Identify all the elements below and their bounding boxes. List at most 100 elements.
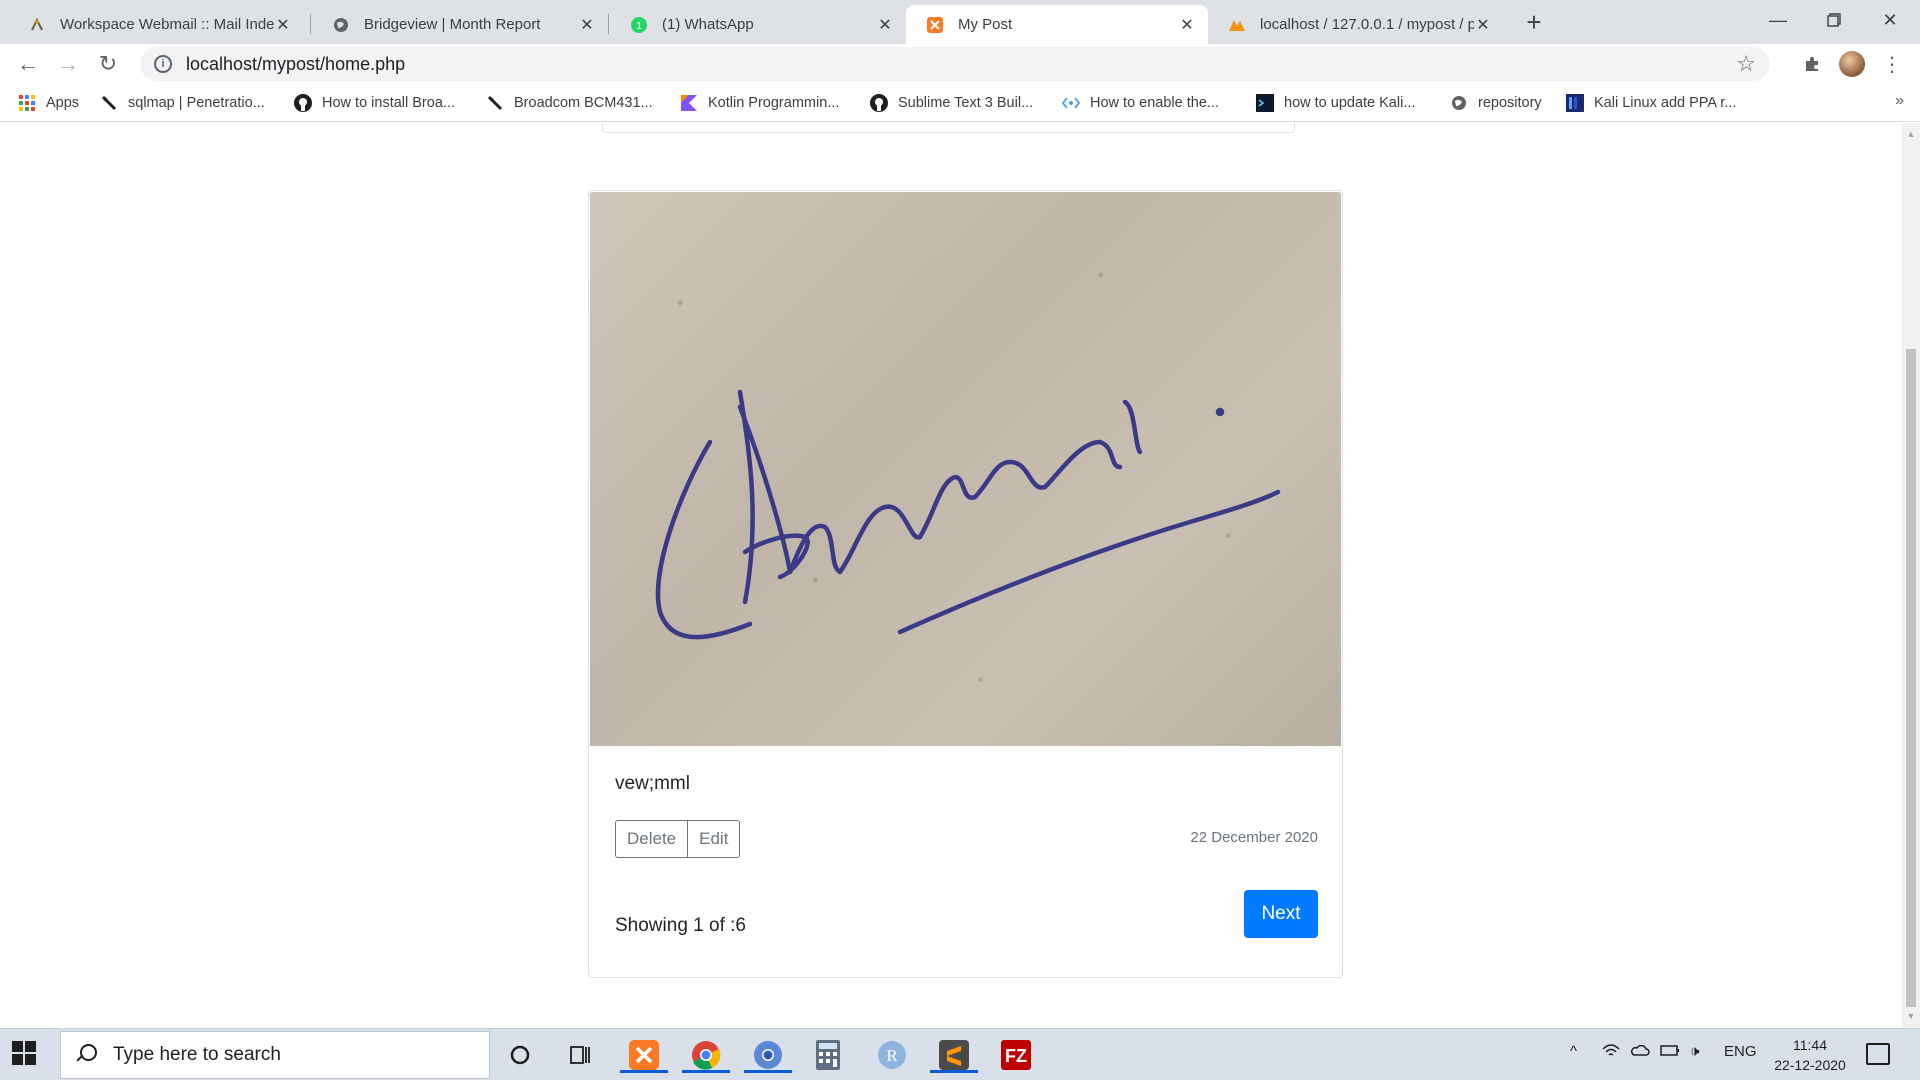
signature-drawing xyxy=(655,389,1281,640)
scroll-thumb[interactable] xyxy=(1906,349,1916,1007)
bookmark-label: sqlmap | Penetratio... xyxy=(128,95,265,111)
back-icon[interactable]: ← xyxy=(14,50,42,78)
bookmark-sqlmap[interactable]: sqlmap | Penetratio... xyxy=(100,92,265,114)
profile-avatar[interactable] xyxy=(1838,50,1866,78)
next-button[interactable]: Next xyxy=(1244,890,1318,938)
filezilla-icon[interactable]: FZ xyxy=(998,1037,1034,1073)
minimize-button[interactable]: — xyxy=(1750,0,1806,40)
search-placeholder: Type here to search xyxy=(113,1044,281,1065)
restore-button[interactable] xyxy=(1806,0,1862,40)
search-icon xyxy=(75,1044,97,1066)
browser-toolbar: ← → ↻ i localhost/mypost/home.php ☆ ⋮ xyxy=(0,44,1920,84)
bookmark-label: Broadcom BCM431... xyxy=(514,95,653,111)
taskbar-search-input[interactable]: Type here to search xyxy=(60,1031,490,1079)
webmail-icon xyxy=(28,16,46,34)
address-url[interactable]: localhost/mypost/home.php xyxy=(186,54,405,75)
address-bar[interactable]: i localhost/mypost/home.php ☆ xyxy=(140,47,1770,81)
start-button[interactable] xyxy=(12,1041,38,1067)
kali-icon xyxy=(1566,94,1584,112)
bookmark-repository[interactable]: repository xyxy=(1450,92,1542,114)
onedrive-icon[interactable] xyxy=(1630,1043,1650,1061)
chromium-icon[interactable] xyxy=(744,1037,792,1073)
chrome-icon[interactable] xyxy=(682,1037,730,1073)
bookmarks-overflow-icon[interactable]: » xyxy=(1895,92,1904,110)
previous-card-edge xyxy=(602,123,1295,133)
language-indicator[interactable]: ENG xyxy=(1724,1043,1757,1060)
post-actions: Delete Edit xyxy=(615,820,741,858)
tab-label: Bridgeview | Month Report xyxy=(364,16,541,33)
phpmyadmin-icon xyxy=(1228,16,1246,34)
calculator-icon[interactable] xyxy=(810,1037,846,1073)
svg-text:R: R xyxy=(886,1046,898,1065)
bookmark-apps[interactable]: Apps xyxy=(18,92,79,114)
r-icon[interactable]: R xyxy=(874,1037,910,1073)
xampp-taskbar-icon[interactable] xyxy=(620,1037,668,1073)
tab-whatsapp[interactable]: 1 (1) WhatsApp ✕ xyxy=(610,5,906,44)
sqlmap-icon xyxy=(100,94,118,112)
task-view-icon[interactable] xyxy=(562,1037,598,1073)
tab-phpmyadmin[interactable]: localhost / 127.0.0.1 / mypost / p ✕ xyxy=(1208,5,1504,44)
bookmark-sublime-build[interactable]: Sublime Text 3 Buil... xyxy=(870,92,1033,114)
close-window-button[interactable]: ✕ xyxy=(1862,0,1918,40)
github-icon xyxy=(870,94,888,112)
bookmark-label: Sublime Text 3 Buil... xyxy=(898,95,1034,111)
close-icon[interactable]: ✕ xyxy=(876,16,894,34)
scroll-up-icon[interactable]: ▲ xyxy=(1906,129,1916,139)
volume-icon[interactable]: 🕩 xyxy=(1690,1043,1699,1060)
bookmarks-bar: Apps sqlmap | Penetratio... How to insta… xyxy=(0,84,1920,122)
bookmark-star-icon[interactable]: ☆ xyxy=(1736,51,1756,77)
clock-date: 22-12-2020 xyxy=(1774,1057,1846,1073)
post-image xyxy=(590,192,1341,746)
kotlin-icon xyxy=(680,94,698,112)
post-date: 22 December 2020 xyxy=(1190,829,1318,846)
wifi-icon[interactable] xyxy=(1602,1043,1620,1063)
tab-label: (1) WhatsApp xyxy=(662,16,754,33)
bookmark-label: Apps xyxy=(46,95,80,111)
battery-icon[interactable] xyxy=(1660,1043,1680,1061)
forward-icon[interactable]: → xyxy=(54,50,82,78)
system-clock[interactable]: 11:44 22-12-2020 xyxy=(1762,1035,1858,1075)
cortana-icon[interactable] xyxy=(502,1037,538,1073)
page-scrollbar[interactable]: ▲ ▼ xyxy=(1902,123,1920,1027)
bookmark-label: repository xyxy=(1478,95,1542,111)
extensions-icon[interactable] xyxy=(1798,50,1826,78)
close-icon[interactable]: ✕ xyxy=(1474,16,1492,34)
whatsapp-icon: 1 xyxy=(630,16,648,34)
tab-strip: Workspace Webmail :: Mail Index ✕ Bridge… xyxy=(0,0,1920,44)
bookmark-install-broadcom[interactable]: How to install Broa... xyxy=(294,92,455,114)
new-tab-button[interactable]: + xyxy=(1520,7,1548,37)
bookmark-kotlin[interactable]: Kotlin Programmin... xyxy=(680,92,839,114)
post-card: vew;mml Delete Edit 22 December 2020 Nex… xyxy=(588,190,1343,978)
bookmark-enable[interactable]: How to enable the... xyxy=(1062,92,1219,114)
pagination-status: Showing 1 of :6 xyxy=(615,915,746,936)
bookmark-label: How to enable the... xyxy=(1090,95,1219,111)
bookmark-label: Kotlin Programmin... xyxy=(708,95,840,111)
tab-my-post[interactable]: My Post ✕ xyxy=(906,5,1208,44)
bookmark-label: Kali Linux add PPA r... xyxy=(1594,95,1737,111)
close-icon[interactable]: ✕ xyxy=(274,16,292,34)
edit-button[interactable]: Edit xyxy=(688,820,741,858)
notifications-icon[interactable] xyxy=(1866,1043,1890,1065)
delete-button[interactable]: Delete xyxy=(615,820,689,858)
svg-text:FZ: FZ xyxy=(1005,1046,1027,1066)
scroll-down-icon[interactable]: ▼ xyxy=(1906,1011,1916,1021)
tab-separator xyxy=(310,14,311,34)
close-icon[interactable]: ✕ xyxy=(578,16,596,34)
close-icon[interactable]: ✕ xyxy=(1178,16,1196,34)
clock-time: 11:44 xyxy=(1793,1037,1827,1053)
menu-icon[interactable]: ⋮ xyxy=(1878,50,1906,78)
tab-webmail[interactable]: Workspace Webmail :: Mail Index ✕ xyxy=(8,5,304,44)
info-icon[interactable]: i xyxy=(154,55,172,73)
bookmark-broadcom-bcm[interactable]: Broadcom BCM431... xyxy=(486,92,653,114)
sublime-icon[interactable] xyxy=(930,1037,978,1073)
globe-icon xyxy=(332,16,350,34)
tab-label: My Post xyxy=(958,16,1013,33)
code-icon xyxy=(1062,94,1080,112)
bookmark-kali-ppa[interactable]: Kali Linux add PPA r... xyxy=(1566,92,1736,114)
bookmark-update-kali[interactable]: how to update Kali... xyxy=(1256,92,1415,114)
tab-bridgeview[interactable]: Bridgeview | Month Report ✕ xyxy=(312,5,608,44)
bookmark-label: how to update Kali... xyxy=(1284,95,1416,111)
tray-overflow-icon[interactable]: ^ xyxy=(1570,1043,1577,1060)
tab-label: localhost / 127.0.0.1 / mypost / p xyxy=(1260,16,1474,33)
reload-icon[interactable]: ↻ xyxy=(94,50,122,78)
